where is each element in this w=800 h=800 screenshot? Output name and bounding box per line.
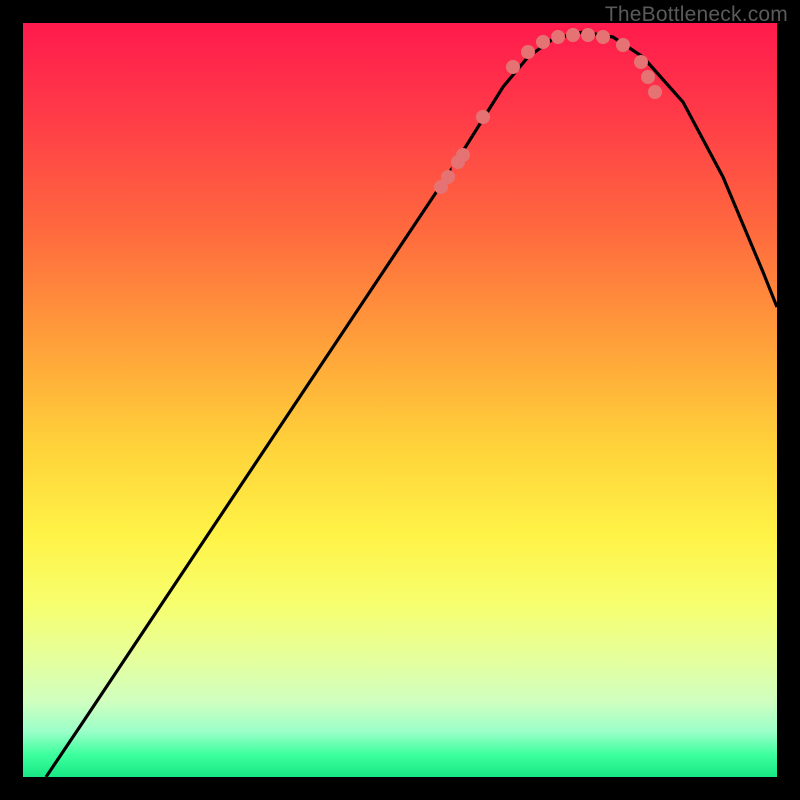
gradient-plot-area — [23, 23, 777, 777]
highlight-dot — [551, 30, 565, 44]
highlight-dot — [648, 85, 662, 99]
bottleneck-curve — [46, 32, 777, 777]
highlight-dot — [596, 30, 610, 44]
highlight-dot — [476, 110, 490, 124]
highlight-dot — [441, 170, 455, 184]
highlight-dots — [434, 28, 662, 194]
highlight-dot — [536, 35, 550, 49]
highlight-dot — [634, 55, 648, 69]
highlight-dot — [581, 28, 595, 42]
highlight-dot — [641, 70, 655, 84]
watermark-label: TheBottleneck.com — [605, 3, 788, 27]
highlight-dot — [506, 60, 520, 74]
highlight-dot — [521, 45, 535, 59]
bottleneck-curve-svg — [23, 23, 777, 777]
chart-frame: TheBottleneck.com — [0, 0, 800, 800]
highlight-dot — [456, 148, 470, 162]
highlight-dot — [616, 38, 630, 52]
highlight-dot — [566, 28, 580, 42]
